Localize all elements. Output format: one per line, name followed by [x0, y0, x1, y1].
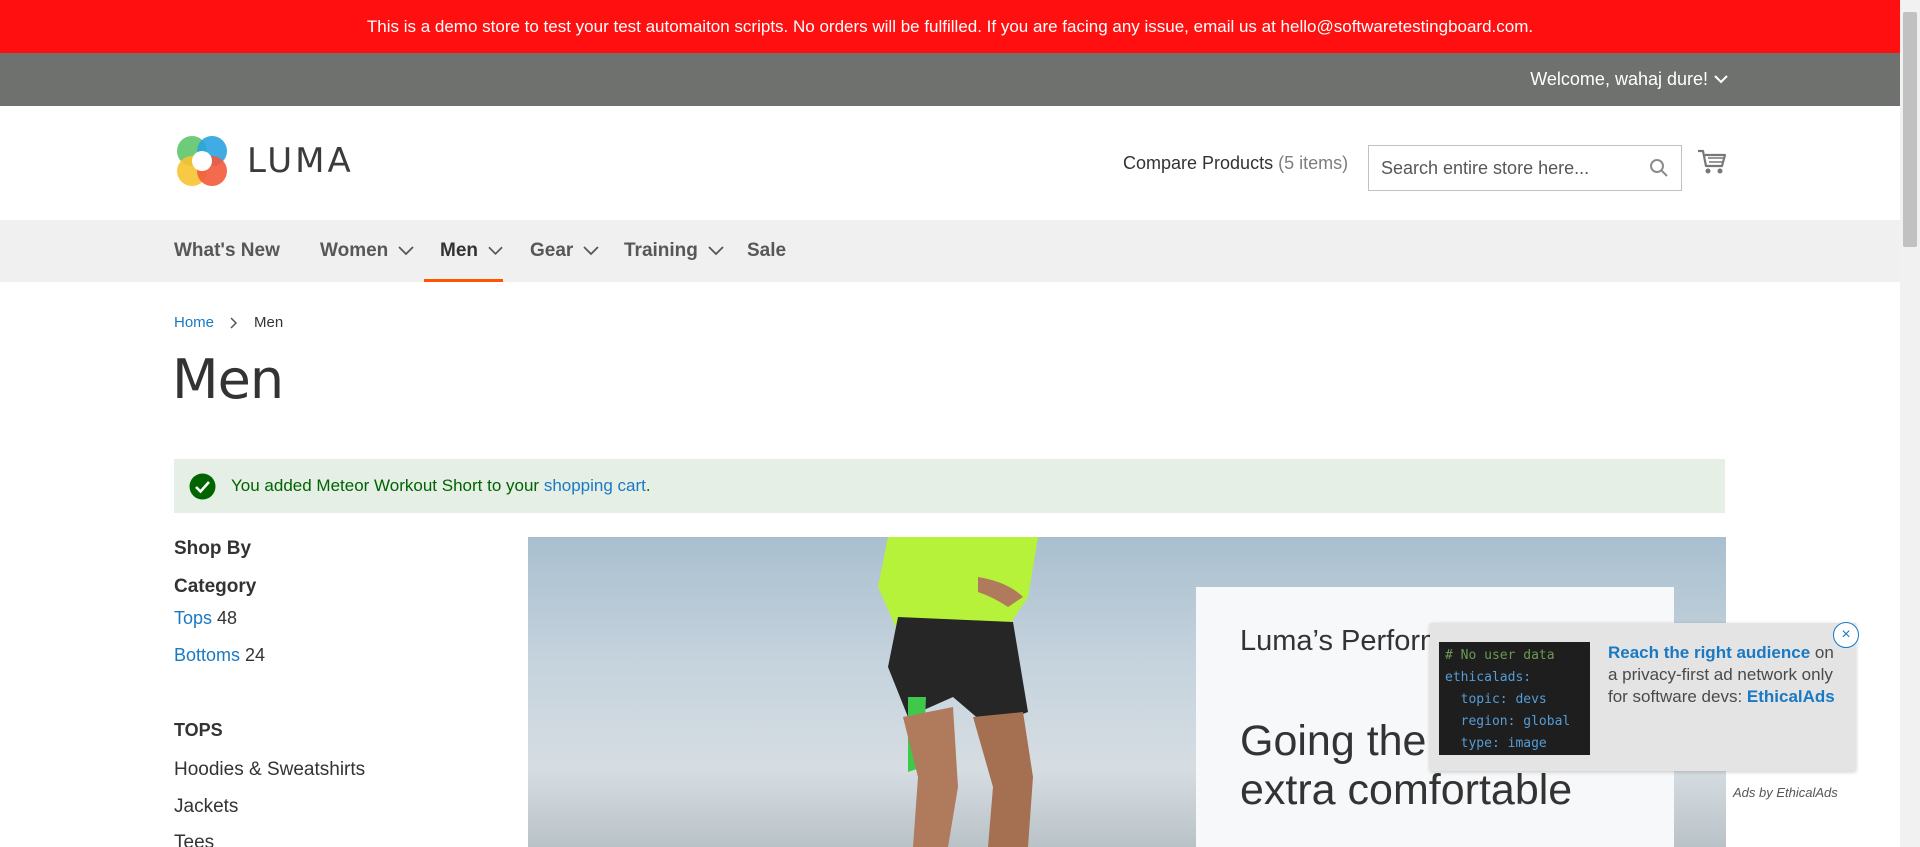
scrollbar-thumb[interactable] [1903, 12, 1917, 247]
ad-code-line: # No user data [1445, 648, 1555, 663]
compare-products-count: (5 items) [1278, 153, 1349, 173]
category-filter-item-bottoms[interactable]: Bottoms 24 [174, 645, 265, 666]
ad-image: # No user data ethicalads: topic: devs r… [1439, 642, 1590, 755]
logo-text: LUMA [247, 141, 354, 181]
category-filter-label: Tops [174, 608, 213, 628]
chevron-down-icon [708, 246, 724, 256]
runner-image [878, 537, 1038, 847]
ad-credit[interactable]: Ads by EthicalAds [1733, 785, 1838, 800]
success-message-suffix: . [645, 476, 651, 495]
account-bar: Welcome, wahaj dure! [0, 53, 1900, 106]
luma-logo-icon [177, 136, 227, 186]
shop-by-title: Shop By [174, 538, 252, 559]
success-message-text: You added Meteor Workout Short to your [231, 476, 544, 495]
compare-products-label: Compare Products [1123, 153, 1274, 173]
chevron-down-icon [583, 246, 599, 256]
welcome-message: Welcome, wahaj dure! [1530, 69, 1708, 89]
sidebar-item-jackets[interactable]: Jackets [174, 796, 238, 818]
nav-item-label: Women [320, 240, 389, 261]
chevron-down-icon [398, 246, 414, 256]
demo-notice-banner: This is a demo store to test your test a… [0, 0, 1900, 53]
demo-notice-text: This is a demo store to test your test a… [366, 16, 1534, 36]
nav-item-label: Training [624, 240, 698, 261]
ad-headline-link[interactable]: Reach the right audience [1608, 643, 1810, 662]
category-filter-label: Bottoms [174, 645, 241, 665]
ad-code-line: type: image [1445, 736, 1547, 751]
luma-logo[interactable]: LUMA [174, 133, 354, 189]
nav-item-label: Gear [530, 240, 574, 261]
tops-section-title: TOPS [174, 720, 223, 740]
nav-item-label: What's New [174, 240, 280, 261]
nav-item-women[interactable]: Women [320, 220, 414, 282]
ad-code-line: region: global [1445, 714, 1571, 729]
ad-brand-link[interactable]: EthicalAds [1747, 687, 1835, 706]
sidebar-item-tees[interactable]: Tees [174, 832, 214, 847]
check-circle-icon [189, 473, 216, 499]
nav-item-training[interactable]: Training [624, 220, 724, 282]
search-input[interactable] [1369, 146, 1629, 190]
category-filter-count: 24 [245, 645, 266, 665]
nav-item-men[interactable]: Men [424, 220, 503, 282]
nav-item-whats-new[interactable]: What's New [174, 220, 280, 282]
ethicalads-ad[interactable]: # No user data ethicalads: topic: devs r… [1430, 623, 1856, 771]
ad-code-line: ethicalads: [1445, 670, 1532, 685]
success-message: You added Meteor Workout Short to your s… [174, 459, 1725, 513]
header: LUMA Compare Products (5 items) [0, 106, 1900, 220]
close-ad-button[interactable]: × [1833, 622, 1859, 648]
nav-item-label: Men [440, 240, 478, 261]
chevron-down-icon [1714, 75, 1728, 84]
ad-text: Reach the right audience on a privacy-fi… [1608, 642, 1843, 708]
cart-icon[interactable] [1697, 148, 1727, 176]
compare-products-link[interactable]: Compare Products (5 items) [1123, 153, 1348, 174]
breadcrumb-home-link[interactable]: Home [174, 314, 214, 331]
nav-item-label: Sale [747, 240, 787, 261]
category-filter-item-tops[interactable]: Tops 48 [174, 608, 237, 629]
main-navigation: What's New Women Men Gear Training Sale [0, 220, 1900, 282]
shopping-cart-link[interactable]: shopping cart [544, 476, 646, 496]
customer-menu-toggle[interactable]: Welcome, wahaj dure! [1530, 53, 1728, 106]
breadcrumb: Home Men [174, 314, 283, 331]
sidebar-item-hoodies-sweatshirts[interactable]: Hoodies & Sweatshirts [174, 759, 365, 781]
nav-item-gear[interactable]: Gear [530, 220, 599, 282]
category-filter-count: 48 [217, 608, 238, 628]
page-scrollbar[interactable] [1900, 0, 1920, 847]
breadcrumb-current: Men [254, 314, 284, 331]
search-icon[interactable] [1649, 158, 1669, 178]
chevron-right-icon [230, 316, 238, 329]
search-box [1368, 145, 1682, 191]
page-title: Men [172, 348, 284, 411]
category-filter-title: Category [174, 576, 257, 597]
nav-item-sale[interactable]: Sale [747, 220, 786, 282]
chevron-down-icon [488, 246, 503, 256]
ad-code-line: topic: devs [1445, 692, 1547, 707]
